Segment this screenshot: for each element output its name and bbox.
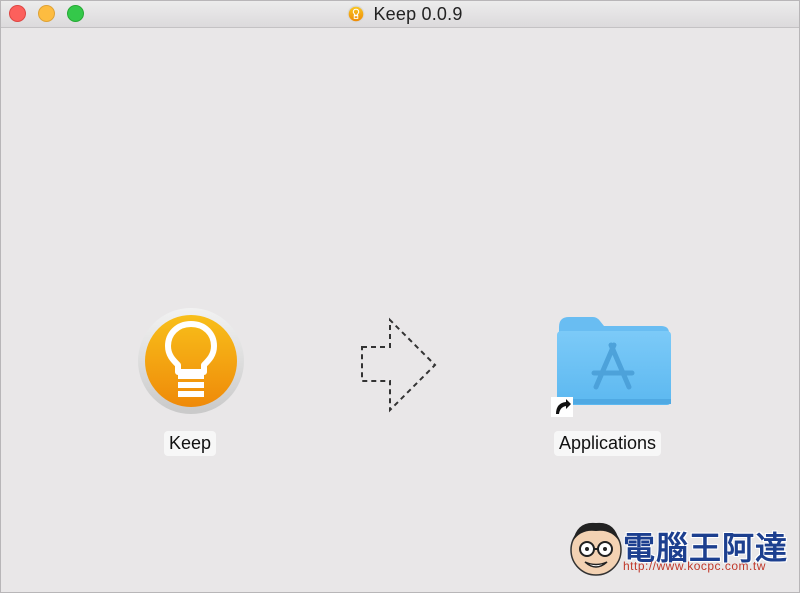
title-container: Keep 0.0.9: [1, 1, 799, 27]
mascot-face-icon: [570, 522, 622, 576]
keep-app-item[interactable]: [137, 307, 245, 415]
lightbulb-app-icon: [347, 5, 365, 23]
title-bar[interactable]: Keep 0.0.9: [1, 1, 799, 28]
keep-app-label[interactable]: Keep: [164, 431, 217, 456]
site-watermark: 電腦王阿達 http://www.kocpc.com.tw: [563, 513, 793, 579]
lightbulb-app-icon[interactable]: [137, 307, 245, 415]
watermark-url: http://www.kocpc.com.tw: [623, 559, 766, 573]
drag-hint-arrow: [357, 317, 441, 413]
dashed-right-arrow-icon: [361, 317, 437, 413]
applications-folder-item[interactable]: [549, 313, 673, 417]
window-title: Keep 0.0.9: [373, 3, 463, 24]
applications-folder-icon[interactable]: [549, 313, 673, 417]
applications-folder-label[interactable]: Applications: [554, 431, 662, 456]
dmg-installer-window: Keep 0.0.9 Keep Applications 電腦王阿達 http:…: [0, 0, 800, 593]
